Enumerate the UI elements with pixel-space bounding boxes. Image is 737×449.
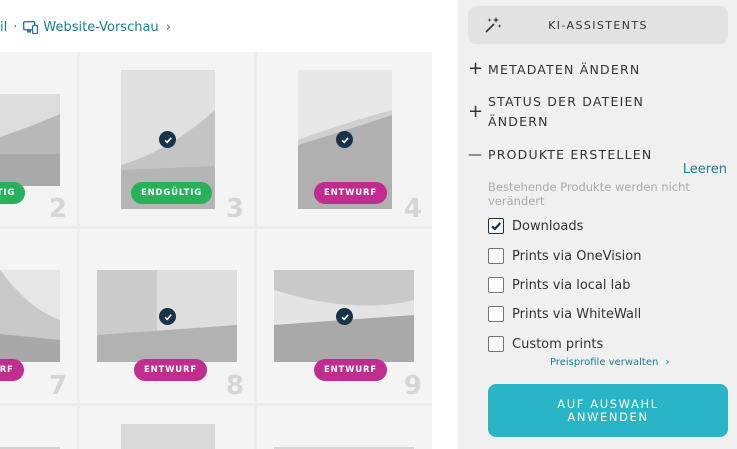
grid-cell-2[interactable]: LTIG 2 [0, 52, 77, 226]
bulk-actions-panel: KI-ASSISTENTS + METADATEN ÄNDERN + STATU… [458, 0, 737, 449]
photo-thumbnail[interactable] [0, 270, 60, 362]
grid-cell-partial[interactable] [0, 406, 77, 449]
selected-check-icon[interactable] [336, 131, 353, 148]
option-downloads[interactable]: Downloads [488, 217, 583, 235]
option-onevision[interactable]: Prints via OneVision [488, 247, 641, 265]
grid-cell-4[interactable]: ENTWURF 4 [257, 52, 432, 226]
grid-cell-partial[interactable] [80, 406, 254, 449]
grid-cell-9[interactable]: ENTWURF 9 [257, 229, 432, 403]
section-label: PRODUKTE ERSTELLEN [488, 147, 653, 162]
option-label: Prints via WhiteWall [512, 306, 642, 322]
collapse-minus-icon: — [468, 147, 484, 163]
checkbox-checked[interactable] [488, 218, 504, 234]
chevron-right-icon: › [665, 357, 670, 368]
ai-assistant-button[interactable]: KI-ASSISTENTS [468, 6, 728, 44]
price-profiles-link[interactable]: Preisprofile verwalten › [550, 357, 670, 368]
photo-thumbnail[interactable] [0, 94, 60, 186]
breadcrumb-prev[interactable]: il [0, 20, 7, 35]
status-badge: ENTWURF [134, 359, 207, 381]
image-number: 3 [225, 194, 244, 224]
option-whitewall[interactable]: Prints via WhiteWall [488, 305, 641, 323]
clear-link[interactable]: Leeren [683, 162, 727, 177]
status-badge: ENTWURF [314, 182, 387, 204]
option-label: Prints via local lab [512, 277, 631, 293]
grid-cell-8[interactable]: ENTWURF 8 [80, 229, 254, 403]
checkbox[interactable] [488, 336, 504, 352]
option-local-lab[interactable]: Prints via local lab [488, 276, 630, 294]
status-badge: URF [0, 359, 24, 381]
section-metadata[interactable]: + METADATEN ÄNDERN [468, 60, 640, 80]
image-number: 8 [225, 371, 244, 401]
ai-assistant-label: KI-ASSISTENTS [548, 18, 648, 32]
section-create-products[interactable]: — PRODUKTE ERSTELLEN [468, 145, 652, 165]
section-label: STATUS DER DATEIEN ÄNDERN [488, 92, 644, 132]
image-number: 4 [403, 194, 422, 224]
option-label: Prints via OneVision [512, 248, 642, 264]
grid-cell-partial[interactable] [257, 406, 432, 449]
image-number: 9 [403, 371, 422, 401]
building-photo-icon [0, 270, 60, 362]
status-badge: ENDGÜLTIG [131, 182, 213, 204]
option-label: Downloads [512, 218, 584, 234]
checkbox[interactable] [488, 277, 504, 293]
image-grid: LTIG 2 ENDGÜLTIG 3 ENTWURF 4 [0, 52, 432, 449]
section-label-line: STATUS DER DATEIEN [488, 94, 645, 109]
magic-wand-icon [485, 17, 502, 33]
photo-thumbnail[interactable] [121, 424, 215, 449]
checkbox[interactable] [488, 248, 504, 264]
monitor-phone-icon [23, 20, 39, 34]
grid-cell-3[interactable]: ENDGÜLTIG 3 [80, 52, 254, 226]
selected-check-icon[interactable] [336, 308, 353, 325]
breadcrumb-current[interactable]: Website-Vorschau [43, 20, 158, 35]
breadcrumb: il · Website-Vorschau › [0, 16, 177, 38]
option-custom-prints[interactable]: Custom prints [488, 335, 603, 353]
breadcrumb-chevron: › [165, 19, 171, 35]
apply-to-selection-button[interactable]: AUF AUSWAHL ANWENDEN [488, 384, 728, 437]
status-badge: LTIG [0, 182, 26, 204]
selected-check-icon[interactable] [159, 131, 176, 148]
section-file-status[interactable]: + STATUS DER DATEIEN ÄNDERN [468, 92, 644, 132]
building-photo-icon [0, 94, 60, 186]
check-icon [491, 222, 502, 231]
selected-check-icon[interactable] [159, 308, 176, 325]
section-label-line: ÄNDERN [488, 114, 549, 129]
image-number: 7 [48, 371, 67, 401]
breadcrumb-separator: · [13, 19, 18, 35]
expand-plus-icon: + [468, 58, 485, 79]
image-number: 2 [48, 194, 67, 224]
products-hint: Bestehende Produkte werden nicht verände… [488, 180, 690, 208]
price-profiles-label: Preisprofile verwalten [550, 357, 659, 368]
status-badge: ENTWURF [314, 359, 387, 381]
option-label: Custom prints [512, 336, 604, 352]
checkbox[interactable] [488, 306, 504, 322]
apply-button-label: AUF AUSWAHL ANWENDEN [557, 396, 659, 424]
section-label: METADATEN ÄNDERN [488, 62, 641, 77]
expand-plus-icon: + [468, 101, 485, 122]
grid-cell-7[interactable]: URF 7 [0, 229, 77, 403]
